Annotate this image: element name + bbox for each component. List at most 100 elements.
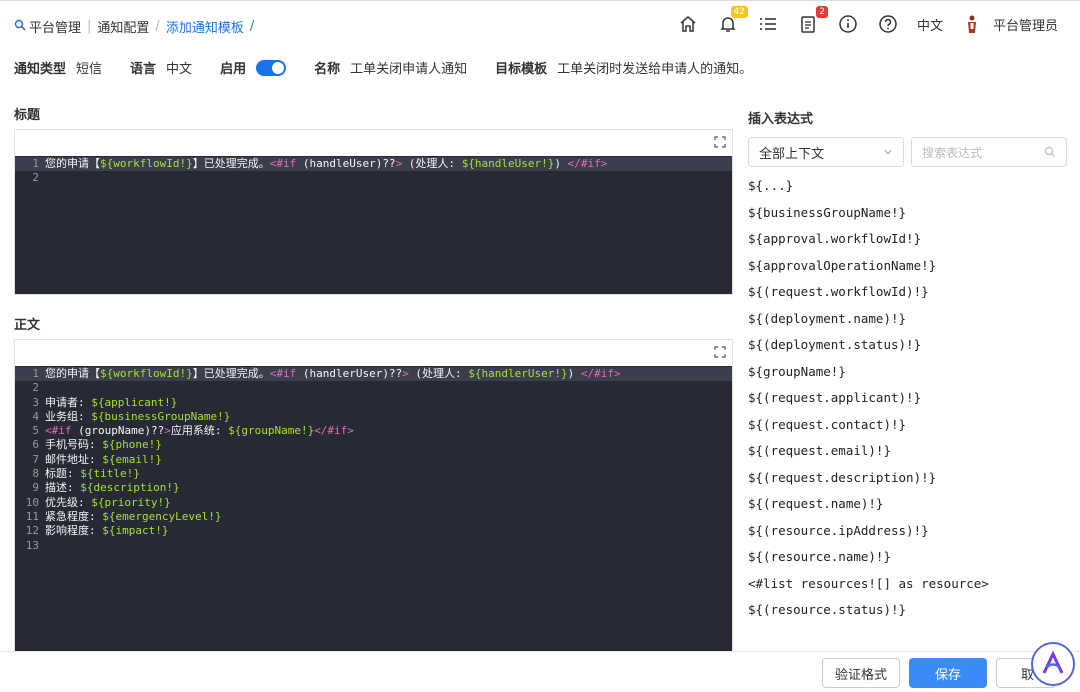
user-name[interactable]: 平台管理员 [993, 15, 1058, 34]
expression-search-input[interactable]: 搜索表达式 [911, 137, 1067, 167]
line-number: 1 [32, 367, 39, 380]
line-number: 11 [25, 509, 39, 523]
expression-item[interactable]: ${(request.name)!} [748, 494, 989, 521]
code-token: ${handlerUser!} [468, 367, 568, 380]
line-number: 9 [32, 481, 39, 495]
breadcrumb: 平台管理 | 通知配置 / 添加通知模板 / [14, 17, 260, 36]
top-bar: 平台管理 | 通知配置 / 添加通知模板 / 42 2 中文 平台管理员 [0, 0, 1080, 48]
enable-label: 启用 [220, 62, 247, 77]
line-number: 12 [25, 524, 39, 538]
fullscreen-icon[interactable] [714, 346, 726, 358]
code-line[interactable]: 3 申请者: ${applicant!} [15, 396, 732, 410]
code-token: </#if> [567, 157, 608, 170]
language-switch[interactable]: 中文 [917, 15, 943, 34]
chevron-down-icon [884, 150, 892, 155]
code-token: (handleUser)?? [302, 157, 396, 170]
info-icon[interactable] [837, 13, 859, 35]
code-token: ${description!} [80, 481, 180, 495]
lang-label: 语言 [130, 62, 157, 77]
expression-item[interactable]: ${(resource.status)!} [748, 600, 989, 627]
line-number: 6 [32, 438, 39, 452]
title-code[interactable]: 1 您的申请【 ${workflowId!} 】已处理完成。 <#if (handleU… [15, 156, 732, 294]
assistant-fab[interactable] [1031, 642, 1075, 686]
line-number: 2 [32, 171, 39, 185]
expression-item[interactable]: ${(resource.ipAddress)!} [748, 521, 989, 548]
fullscreen-icon[interactable] [714, 136, 726, 148]
footer-bar: 验证格式 保存 取 [0, 651, 1080, 692]
breadcrumb-trailing-sep: / [249, 19, 255, 34]
code-line[interactable]: 10 优先级: ${priority!} [15, 496, 732, 510]
body-code[interactable]: 1 您的申请【 ${workflowId!} 】已处理完成。 <#if (handler… [15, 366, 732, 656]
home-icon[interactable] [677, 13, 699, 35]
code-line[interactable]: 1 您的申请【 ${workflowId!} 】已处理完成。 <#if (handleU… [15, 157, 732, 172]
body-editor[interactable]: 1 您的申请【 ${workflowId!} 】已处理完成。 <#if (handler… [14, 339, 733, 657]
expression-item[interactable]: <#list resources![] as resource> [748, 574, 989, 601]
expression-item[interactable]: ${...} [748, 176, 989, 203]
expression-item[interactable]: ${(resource.name)!} [748, 547, 989, 574]
expression-item[interactable]: ${(request.workflowId)!} [748, 282, 989, 309]
title-section-label: 标题 [14, 108, 41, 123]
code-line[interactable]: 2 [15, 381, 732, 395]
code-line[interactable]: 4 业务组: ${businessGroupName!} [15, 410, 732, 424]
code-line[interactable]: 11 紧急程度: ${emergencyLevel!} [15, 510, 732, 524]
title-editor[interactable]: 1 您的申请【 ${workflowId!} 】已处理完成。 <#if (handleU… [14, 129, 733, 295]
name-value: 工单关闭申请人通知 [350, 62, 468, 77]
body-section-label: 正文 [14, 318, 41, 333]
bell-icon[interactable]: 42 [717, 6, 748, 35]
code-token: </#if> [314, 424, 354, 438]
expression-item[interactable]: ${(deployment.status)!} [748, 335, 989, 362]
expression-item[interactable]: ${(request.description)!} [748, 468, 989, 495]
code-token: > [164, 424, 171, 438]
header-actions: 42 2 中文 平台管理员 [659, 6, 1058, 35]
notification-badge: 42 [730, 6, 748, 18]
code-line[interactable]: 5 <#if (groupName)?? > 应用系统: ${groupName!} <… [15, 424, 732, 438]
help-icon[interactable] [877, 13, 899, 35]
code-line[interactable]: 9 描述: ${description!} [15, 481, 732, 495]
task-icon[interactable]: 2 [797, 6, 828, 35]
template-meta: 通知类型 短信 语言 中文 启用 名称 工单关闭申请人通知 目标模板 工单关闭时… [14, 58, 780, 77]
code-token: (处理人: [408, 367, 469, 380]
code-token: ${priority!} [91, 495, 171, 509]
expression-item[interactable]: ${(deployment.name)!} [748, 309, 989, 336]
code-line[interactable]: 13 [15, 539, 732, 553]
line-number: 1 [32, 157, 39, 170]
code-token: ${emergencyLevel!} [102, 509, 222, 523]
code-token: 业务组: [45, 409, 92, 423]
code-token: 】已处理完成。 [192, 367, 270, 380]
code-token: ${title!} [80, 467, 140, 481]
enable-toggle[interactable] [256, 59, 287, 76]
expression-item[interactable]: ${(request.applicant)!} [748, 388, 989, 415]
expression-item[interactable]: ${businessGroupName!} [748, 203, 989, 230]
code-token: <#if [269, 367, 303, 380]
code-token: 描述: [45, 481, 81, 495]
save-button[interactable]: 保存 [909, 658, 987, 688]
line-number: 13 [25, 538, 39, 552]
code-token: ${applicant!} [91, 395, 178, 409]
avatar-icon[interactable] [961, 13, 983, 35]
code-line[interactable]: 6 手机号码: ${phone!} [15, 438, 732, 452]
expression-item[interactable]: ${(request.email)!} [748, 441, 989, 468]
expression-item[interactable]: ${approval.workflowId!} [748, 229, 989, 256]
code-line[interactable]: 1 您的申请【 ${workflowId!} 】已处理完成。 <#if (handler… [15, 367, 732, 382]
code-token: <#if [45, 424, 79, 438]
list-icon[interactable] [757, 13, 779, 35]
context-select[interactable]: 全部上下文 [748, 137, 904, 167]
code-token: 邮件地址: [45, 452, 103, 466]
code-token: ${groupName!} [228, 424, 315, 438]
expression-item[interactable]: ${(request.contact)!} [748, 415, 989, 442]
breadcrumb-item-platform[interactable]: 平台管理 [29, 17, 81, 36]
expression-item[interactable]: ${groupName!} [748, 362, 989, 389]
code-line[interactable]: 12 影响程度: ${impact!} [15, 524, 732, 538]
search-icon [1044, 146, 1055, 157]
validate-button[interactable]: 验证格式 [822, 658, 900, 688]
code-line[interactable]: 8 标题: ${title!} [15, 467, 732, 481]
line-number: 7 [32, 452, 39, 466]
line-number: 5 [32, 424, 39, 438]
code-token: > [395, 157, 403, 170]
expression-item[interactable]: ${approvalOperationName!} [748, 256, 989, 283]
code-line[interactable]: 7 邮件地址: ${email!} [15, 453, 732, 467]
code-token: 紧急程度: [45, 509, 103, 523]
breadcrumb-item-notify-config[interactable]: 通知配置 [97, 17, 149, 36]
code-token: (handlerUser)?? [302, 367, 403, 380]
code-line[interactable]: 2 [15, 171, 732, 185]
